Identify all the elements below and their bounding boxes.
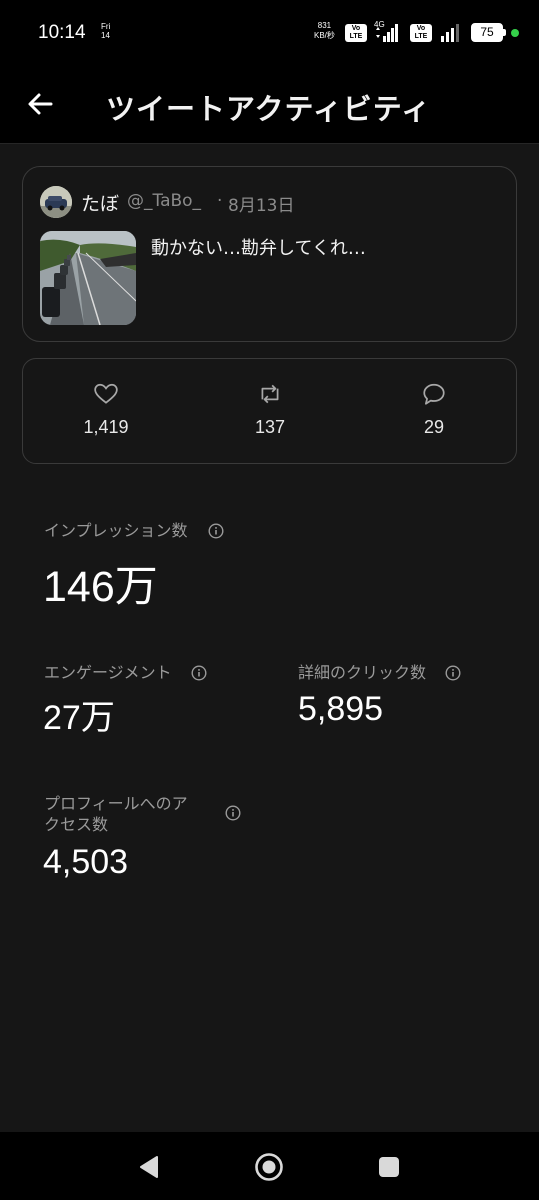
- tweet-date: 8月13日: [228, 196, 295, 216]
- retweet-count: 137: [254, 417, 286, 437]
- volte-icon: Vo LTE: [345, 24, 367, 42]
- status-date: Fri 14: [101, 22, 110, 40]
- like-stat[interactable]: 1,419: [46, 381, 166, 438]
- engagement-card: 1,419 137 29: [22, 358, 517, 464]
- nav-back-button[interactable]: [132, 1150, 166, 1184]
- square-recents-icon: [379, 1157, 399, 1177]
- volte-icon-2: Vo LTE: [410, 24, 432, 42]
- page-title: ツイートアクティビティ: [106, 92, 432, 126]
- tweet-separator: ·: [217, 191, 223, 211]
- battery-icon: 75: [471, 23, 503, 42]
- info-icon[interactable]: [445, 665, 461, 681]
- battery-cap: [503, 29, 506, 36]
- profile-visits-label-line-1: プロフィールへのア: [44, 794, 188, 813]
- reply-icon: [423, 383, 445, 405]
- status-day: Fri: [101, 22, 111, 31]
- detail-clicks-label: 詳細のクリック数: [298, 663, 427, 682]
- status-day-number: 14: [101, 31, 110, 40]
- system-navigation-bar: [0, 1132, 539, 1200]
- reply-count: 29: [423, 417, 445, 437]
- retweet-stat[interactable]: 137: [210, 381, 330, 438]
- impressions-value: 146万: [43, 563, 158, 611]
- profile-visits-value: 4,503: [43, 843, 129, 881]
- like-count: 1,419: [83, 417, 129, 437]
- privacy-indicator-dot: [511, 29, 519, 37]
- profile-visits-label: プロフィールへのア クセス数: [44, 793, 188, 835]
- info-icon[interactable]: [225, 805, 241, 821]
- reply-stat[interactable]: 29: [374, 381, 494, 438]
- network-speed-value: 831: [317, 21, 332, 30]
- retweet-icon: [261, 384, 279, 404]
- home-circle-icon: [255, 1153, 283, 1181]
- status-bar: 10:14 Fri 14 831 KB/秒 Vo LTE 4G Vo LTE 75: [0, 0, 539, 64]
- tweet-image-thumbnail[interactable]: [40, 231, 136, 325]
- heart-icon: [94, 383, 118, 404]
- info-icon[interactable]: [191, 665, 207, 681]
- engagements-label: エンゲージメント: [44, 663, 172, 682]
- app-header: ツイートアクティビティ: [0, 64, 539, 144]
- nav-home-button[interactable]: [252, 1150, 286, 1184]
- profile-visits-label-line-2: クセス数: [44, 815, 109, 834]
- arrow-left-icon: [28, 93, 53, 115]
- signal-icon: [376, 24, 398, 42]
- detail-clicks-value: 5,895: [298, 690, 384, 728]
- network-speed-unit: KB/秒: [314, 31, 335, 40]
- triangle-back-icon: [140, 1156, 158, 1178]
- engagements-value: 27万: [43, 699, 115, 737]
- impressions-label: インプレッション数: [44, 521, 188, 540]
- avatar: [40, 186, 72, 218]
- nav-recents-button[interactable]: [372, 1150, 406, 1184]
- back-button[interactable]: [22, 86, 58, 122]
- signal-icon-2: [441, 24, 459, 42]
- tweet-text: 動かない…勘弁してくれ…: [151, 238, 366, 259]
- tweet-author-handle: @_TaBo_: [127, 191, 202, 211]
- tweet-author-name: たぼ: [81, 193, 120, 215]
- info-icon[interactable]: [208, 523, 224, 539]
- network-speed: 831 KB/秒: [314, 21, 335, 41]
- status-time: 10:14: [38, 22, 86, 43]
- tweet-card[interactable]: たぼ @_TaBo_ · 8月13日 動かない…勘弁してくれ…: [22, 166, 517, 342]
